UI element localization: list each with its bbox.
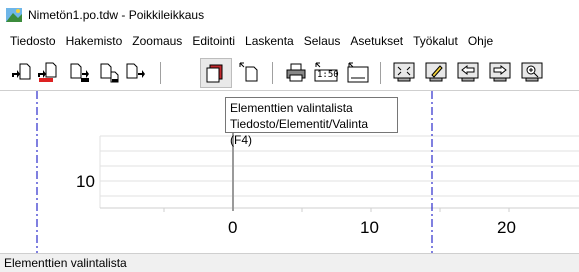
toolbar-separator xyxy=(272,62,273,84)
select-element-icon xyxy=(239,62,258,82)
menu-hakemisto[interactable]: Hakemisto xyxy=(61,30,128,52)
x-tick-label: 10 xyxy=(360,218,379,237)
menu-selaus[interactable]: Selaus xyxy=(299,30,346,52)
menu-tyokalut[interactable]: Työkalut xyxy=(408,30,463,52)
menu-laskenta[interactable]: Laskenta xyxy=(240,30,299,52)
arrow-left-icon xyxy=(457,62,479,82)
status-bar: Elementtien valintalista xyxy=(0,253,579,272)
zoom-in-icon xyxy=(521,62,543,82)
x-tick-label: 0 xyxy=(228,218,238,237)
zoom-in-button[interactable] xyxy=(520,61,544,83)
printer-icon xyxy=(286,63,306,82)
menu-zoomaus[interactable]: Zoomaus xyxy=(127,30,187,52)
app-logo-icon xyxy=(6,7,22,23)
menu-bar: Tiedosto Hakemisto Zoomaus Editointi Las… xyxy=(0,30,579,52)
select-element-button[interactable] xyxy=(238,61,262,83)
new-file-icon xyxy=(12,63,31,80)
title-bar: Nimetön1.po.tdw - Poikkileikkaus xyxy=(0,0,579,31)
open-file-icon xyxy=(38,62,57,82)
toolbar-separator xyxy=(380,62,381,84)
export-file-button[interactable] xyxy=(124,61,148,83)
app-window: Nimetön1.po.tdw - Poikkileikkaus Tiedost… xyxy=(0,0,579,272)
tooltip-title: Elementtien valintalista xyxy=(230,101,353,115)
zoom-fit-icon xyxy=(393,62,415,82)
menu-ohje[interactable]: Ohje xyxy=(463,30,498,52)
draw-button[interactable] xyxy=(424,61,448,83)
pan-left-button[interactable] xyxy=(456,61,480,83)
element-list-icon-wrap xyxy=(204,61,228,83)
new-file-button[interactable] xyxy=(10,61,34,83)
open-file-button[interactable] xyxy=(36,61,60,83)
save-file-icon xyxy=(70,63,89,82)
menu-asetukset[interactable]: Asetukset xyxy=(345,30,408,52)
tooltip: Elementtien valintalista Tiedosto/Elemen… xyxy=(225,97,398,147)
save-file-button[interactable] xyxy=(68,61,92,83)
arrow-right-icon xyxy=(489,62,511,82)
scale-label: 1:50 xyxy=(317,70,339,80)
pan-right-button[interactable] xyxy=(488,61,512,83)
x-tick-label: 20 xyxy=(497,218,516,237)
tooltip-shortcut: Tiedosto/Elementit/Valinta (F4) xyxy=(230,117,369,147)
window-title: Nimetön1.po.tdw - Poikkileikkaus xyxy=(28,8,205,22)
export-file-icon xyxy=(126,63,145,79)
toolbar-separator xyxy=(160,62,161,84)
element-list-icon xyxy=(206,64,223,83)
toolbar: 1:50 xyxy=(0,52,579,91)
menu-tiedosto[interactable]: Tiedosto xyxy=(0,30,61,52)
x-ticks xyxy=(163,208,510,212)
print-button[interactable] xyxy=(284,61,308,83)
zoom-fit-button[interactable] xyxy=(392,61,416,83)
save-as-button[interactable] xyxy=(98,61,122,83)
print-scale-button[interactable]: 1:50 xyxy=(314,61,339,83)
print-preview-button[interactable] xyxy=(346,61,370,83)
save-as-icon xyxy=(100,63,119,83)
menu-editointi[interactable]: Editointi xyxy=(187,30,240,52)
status-text: Elementtien valintalista xyxy=(4,256,127,270)
pencil-icon xyxy=(425,62,447,82)
print-preview-icon xyxy=(347,62,369,83)
y-tick-label: 10 xyxy=(76,172,95,191)
